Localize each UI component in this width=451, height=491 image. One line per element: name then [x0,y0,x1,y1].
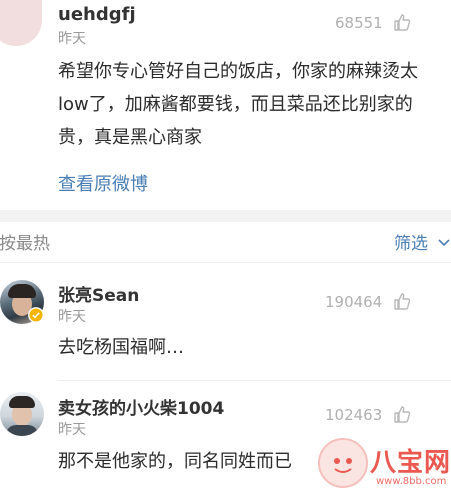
sort-label[interactable]: 按最热 [0,229,50,254]
like-count: 68551 [335,14,383,32]
watermark-logo [318,438,368,488]
thumbs-up-icon[interactable] [392,291,412,315]
avatar[interactable] [0,0,42,46]
comment-time: 昨天 [58,31,86,47]
filter-button[interactable]: 筛选 [394,229,428,254]
thumbs-up-icon[interactable] [392,404,412,428]
comment-username[interactable]: 张亮Sean [58,281,139,306]
comment-text-line: 希望你专心管好自己的饭店，你家的麻辣烫太 [58,61,418,82]
thumbs-up-icon[interactable] [392,12,412,36]
verified-badge-icon [28,307,44,327]
like-count: 102463 [325,406,383,424]
comment-username[interactable]: 卖女孩的小火柴1004 [58,394,224,419]
comment-separator [58,380,451,381]
comment-time: 昨天 [58,422,86,438]
comment-text: 那不是他家的，同名同姓而已 [58,451,292,472]
comment-text-line: 贵，真是黑心商家 [58,127,202,148]
sort-bar-border [0,262,451,263]
like-count: 190464 [325,293,383,311]
watermark-text: 八宝网 [370,448,451,478]
comment-text-line: low了，加麻酱都要钱，而且菜品还比别家的 [58,94,413,115]
view-original-weibo-link[interactable]: 查看原微博 [58,170,148,196]
comment-time: 昨天 [58,309,86,325]
chevron-down-icon[interactable] [437,234,451,253]
comment-text: 去吃杨国福啊… [58,337,184,358]
watermark-url: www.8bb.com [376,476,447,487]
comment-username[interactable]: uehdgfj [58,4,136,25]
avatar[interactable] [0,392,44,436]
section-divider [0,210,451,222]
